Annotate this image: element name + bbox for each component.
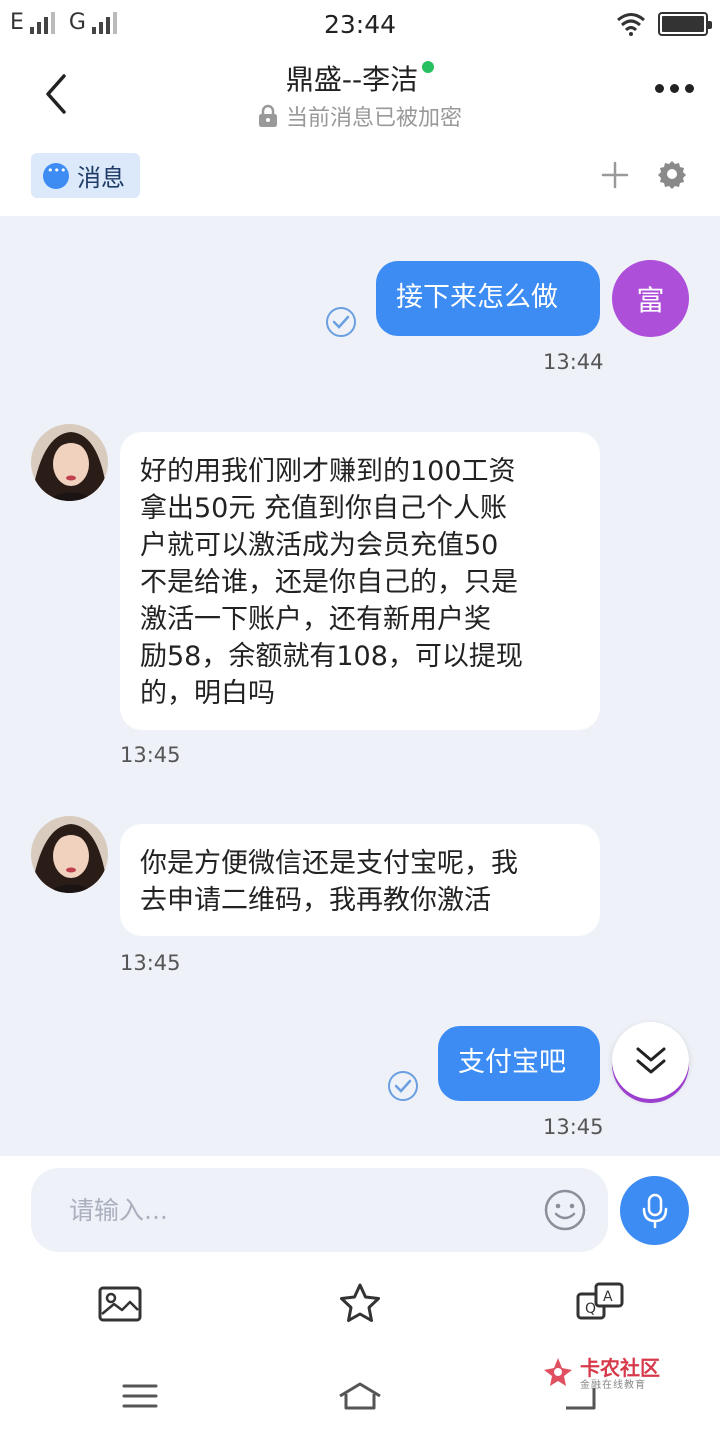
message-line: 去申请二维码，我再教你激活 [140, 885, 491, 916]
incoming-message-bubble[interactable]: 你是方便微信还是支付宝呢，我 去申请二维码，我再教你激活 [120, 824, 600, 936]
message-timestamp: 13:44 [543, 350, 604, 374]
wifi-icon [617, 13, 645, 36]
status-bar: E G 23:44 [0, 0, 720, 52]
online-status-icon [422, 61, 435, 73]
watermark-subtitle: 金融在线教育 [580, 1380, 646, 1391]
voice-input-button[interactable] [620, 1176, 689, 1245]
more-options-button[interactable] [655, 84, 694, 93]
toolbar: Q A [0, 1266, 720, 1346]
image-icon[interactable] [96, 1280, 144, 1328]
message-line: 户就可以激活成为会员充值50 [140, 530, 499, 561]
add-button[interactable] [598, 158, 632, 192]
avatar-initial: 富 [636, 283, 665, 317]
clock: 23:44 [323, 10, 397, 39]
emoji-icon[interactable] [543, 1188, 587, 1232]
battery-icon [658, 12, 712, 36]
microphone-icon [642, 1193, 667, 1228]
message-text: 接下来怎么做 [396, 282, 558, 313]
outgoing-message-bubble[interactable]: 接下来怎么做 [376, 261, 600, 336]
star-icon[interactable] [336, 1280, 384, 1328]
lock-icon [258, 104, 277, 127]
encryption-notice: 当前消息已被加密 [258, 100, 462, 132]
settings-gear-icon[interactable] [656, 158, 688, 190]
scroll-to-bottom-button[interactable] [612, 1022, 689, 1099]
chat-area[interactable]: 接下来怎么做 富 13:44 好的用我们刚才赚到的100工资 拿出50元 充值到… [0, 216, 720, 1156]
message-line: 不是给谁，还是你自己的，只是 [140, 567, 518, 598]
read-check-icon [388, 1071, 418, 1101]
svg-text:A: A [603, 1289, 613, 1305]
message-timestamp: 13:45 [120, 951, 181, 975]
message-timestamp: 13:45 [120, 743, 181, 767]
message-line: 的，明白吗 [140, 678, 275, 709]
tab-messages[interactable]: 消息 [31, 153, 140, 198]
menu-icon[interactable] [116, 1378, 164, 1414]
system-nav-bar: 卡农社区 金融在线教育 [0, 1346, 720, 1440]
my-avatar[interactable]: 富 [612, 260, 689, 337]
chat-bubble-icon [43, 162, 69, 189]
contact-avatar[interactable] [31, 816, 108, 893]
chat-header: 鼎盛--李洁 当前消息已被加密 [0, 52, 720, 136]
message-line: 激活一下账户，还有新用户奖 [140, 604, 491, 635]
double-chevron-down-icon [636, 1047, 665, 1073]
message-input-box[interactable] [31, 1168, 608, 1252]
translate-icon[interactable]: Q A [576, 1280, 624, 1328]
contact-photo [31, 816, 108, 893]
contact-name: 鼎盛--李洁 [285, 63, 419, 96]
message-line: 你是方便微信还是支付宝呢，我 [140, 848, 518, 879]
watermark-logo-icon [544, 1358, 572, 1386]
message-input[interactable] [69, 1190, 529, 1230]
message-line: 励58，余额就有108，可以提现 [140, 641, 523, 672]
status-icons [616, 12, 712, 36]
svg-text:Q: Q [585, 1301, 596, 1317]
outgoing-message-bubble[interactable]: 支付宝吧 [438, 1026, 600, 1101]
tab-messages-label: 消息 [77, 164, 125, 192]
incoming-message-bubble[interactable]: 好的用我们刚才赚到的100工资 拿出50元 充值到你自己个人账 户就可以激活成为… [120, 432, 600, 730]
read-check-icon [326, 307, 356, 337]
message-text: 支付宝吧 [458, 1047, 566, 1078]
tab-row: 消息 [0, 136, 720, 216]
message-line: 拿出50元 充值到你自己个人账 [140, 493, 507, 524]
input-area [0, 1156, 720, 1266]
encryption-text: 当前消息已被加密 [285, 106, 462, 131]
watermark: 卡农社区 金融在线教育 [540, 1352, 710, 1392]
contact-photo [31, 424, 108, 501]
home-icon[interactable] [336, 1378, 384, 1414]
message-line: 好的用我们刚才赚到的100工资 [140, 456, 516, 487]
message-timestamp: 13:45 [543, 1115, 604, 1139]
contact-avatar[interactable] [31, 424, 108, 501]
header-title-block: 鼎盛--李洁 当前消息已被加密 [0, 58, 720, 132]
